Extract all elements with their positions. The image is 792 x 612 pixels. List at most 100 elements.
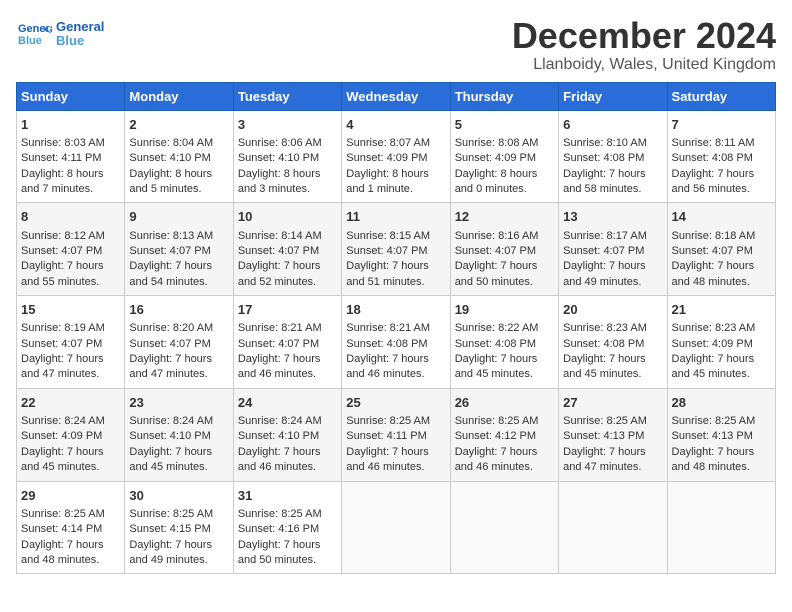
day-info-line: Daylight: 7 hours [672, 259, 771, 274]
day-info-line: and 46 minutes. [455, 460, 554, 475]
day-info-line: and 51 minutes. [346, 275, 445, 290]
day-info-line: Sunset: 4:10 PM [238, 429, 337, 444]
day-info-line: and 0 minutes. [455, 182, 554, 197]
day-info-line: Sunset: 4:14 PM [21, 522, 120, 537]
week-row-1: 1Sunrise: 8:03 AMSunset: 4:11 PMDaylight… [17, 110, 776, 203]
day-cell: 23Sunrise: 8:24 AMSunset: 4:10 PMDayligh… [125, 388, 233, 481]
day-number: 31 [238, 487, 337, 505]
day-cell: 1Sunrise: 8:03 AMSunset: 4:11 PMDaylight… [17, 110, 125, 203]
day-info-line: Sunrise: 8:12 AM [21, 229, 120, 244]
day-info-line: and 45 minutes. [129, 460, 228, 475]
weekday-header-friday: Friday [559, 82, 667, 110]
day-info-line: Sunset: 4:12 PM [455, 429, 554, 444]
day-cell: 19Sunrise: 8:22 AMSunset: 4:08 PMDayligh… [450, 296, 558, 389]
day-cell: 14Sunrise: 8:18 AMSunset: 4:07 PMDayligh… [667, 203, 775, 296]
day-info-line: Sunrise: 8:25 AM [455, 414, 554, 429]
week-row-5: 29Sunrise: 8:25 AMSunset: 4:14 PMDayligh… [17, 481, 776, 574]
day-info-line: Sunset: 4:07 PM [238, 337, 337, 352]
day-info-line: Daylight: 7 hours [21, 352, 120, 367]
day-info-line: Daylight: 7 hours [563, 352, 662, 367]
day-info-line: and 7 minutes. [21, 182, 120, 197]
weekday-header-wednesday: Wednesday [342, 82, 450, 110]
day-info-line: Sunset: 4:07 PM [455, 244, 554, 259]
day-info-line: Sunrise: 8:22 AM [455, 321, 554, 336]
day-info-line: and 49 minutes. [129, 553, 228, 568]
day-info-line: Sunset: 4:08 PM [346, 337, 445, 352]
day-info-line: Daylight: 7 hours [672, 445, 771, 460]
day-info-line: Sunset: 4:07 PM [346, 244, 445, 259]
day-info-line: Daylight: 7 hours [129, 259, 228, 274]
day-cell: 31Sunrise: 8:25 AMSunset: 4:16 PMDayligh… [233, 481, 341, 574]
day-number: 24 [238, 394, 337, 412]
day-info-line: Daylight: 8 hours [346, 167, 445, 182]
day-info-line: Daylight: 8 hours [129, 167, 228, 182]
day-info-line: and 45 minutes. [21, 460, 120, 475]
logo: General Blue General Blue [16, 16, 104, 52]
day-info-line: and 3 minutes. [238, 182, 337, 197]
day-number: 9 [129, 208, 228, 226]
day-cell: 18Sunrise: 8:21 AMSunset: 4:08 PMDayligh… [342, 296, 450, 389]
day-number: 13 [563, 208, 662, 226]
day-number: 28 [672, 394, 771, 412]
day-number: 6 [563, 116, 662, 134]
day-cell: 7Sunrise: 8:11 AMSunset: 4:08 PMDaylight… [667, 110, 775, 203]
day-info-line: Sunrise: 8:21 AM [346, 321, 445, 336]
day-info-line: Daylight: 7 hours [672, 352, 771, 367]
day-info-line: Sunset: 4:10 PM [129, 151, 228, 166]
day-cell: 12Sunrise: 8:16 AMSunset: 4:07 PMDayligh… [450, 203, 558, 296]
day-number: 1 [21, 116, 120, 134]
day-number: 17 [238, 301, 337, 319]
logo-general: General [56, 19, 104, 34]
day-info-line: Sunset: 4:08 PM [563, 337, 662, 352]
day-number: 19 [455, 301, 554, 319]
day-info-line: Daylight: 7 hours [563, 259, 662, 274]
day-info-line: and 45 minutes. [455, 367, 554, 382]
day-info-line: Sunset: 4:11 PM [346, 429, 445, 444]
day-info-line: Sunrise: 8:15 AM [346, 229, 445, 244]
day-info-line: and 52 minutes. [238, 275, 337, 290]
day-cell: 17Sunrise: 8:21 AMSunset: 4:07 PMDayligh… [233, 296, 341, 389]
day-info-line: Sunrise: 8:19 AM [21, 321, 120, 336]
day-info-line: Sunrise: 8:03 AM [21, 136, 120, 151]
day-info-line: Sunset: 4:07 PM [21, 337, 120, 352]
day-cell: 8Sunrise: 8:12 AMSunset: 4:07 PMDaylight… [17, 203, 125, 296]
day-cell: 6Sunrise: 8:10 AMSunset: 4:08 PMDaylight… [559, 110, 667, 203]
day-info-line: and 48 minutes. [672, 460, 771, 475]
calendar-table: SundayMondayTuesdayWednesdayThursdayFrid… [16, 82, 776, 575]
day-info-line: Daylight: 7 hours [346, 352, 445, 367]
day-info-line: Sunset: 4:08 PM [455, 337, 554, 352]
day-cell [559, 481, 667, 574]
day-info-line: Daylight: 7 hours [238, 538, 337, 553]
day-info-line: Sunrise: 8:11 AM [672, 136, 771, 151]
day-cell: 9Sunrise: 8:13 AMSunset: 4:07 PMDaylight… [125, 203, 233, 296]
day-info-line: and 49 minutes. [563, 275, 662, 290]
day-number: 11 [346, 208, 445, 226]
day-info-line: and 46 minutes. [238, 460, 337, 475]
day-number: 3 [238, 116, 337, 134]
day-cell [342, 481, 450, 574]
weekday-header-row: SundayMondayTuesdayWednesdayThursdayFrid… [17, 82, 776, 110]
day-info-line: Sunrise: 8:25 AM [21, 507, 120, 522]
week-row-3: 15Sunrise: 8:19 AMSunset: 4:07 PMDayligh… [17, 296, 776, 389]
day-cell: 25Sunrise: 8:25 AMSunset: 4:11 PMDayligh… [342, 388, 450, 481]
weekday-header-monday: Monday [125, 82, 233, 110]
day-info-line: Sunset: 4:07 PM [238, 244, 337, 259]
day-cell: 26Sunrise: 8:25 AMSunset: 4:12 PMDayligh… [450, 388, 558, 481]
day-info-line: Daylight: 7 hours [346, 445, 445, 460]
day-cell: 20Sunrise: 8:23 AMSunset: 4:08 PMDayligh… [559, 296, 667, 389]
day-cell: 22Sunrise: 8:24 AMSunset: 4:09 PMDayligh… [17, 388, 125, 481]
day-info-line: Daylight: 7 hours [129, 445, 228, 460]
day-cell: 5Sunrise: 8:08 AMSunset: 4:09 PMDaylight… [450, 110, 558, 203]
day-info-line: and 58 minutes. [563, 182, 662, 197]
day-info-line: Sunset: 4:16 PM [238, 522, 337, 537]
day-info-line: Daylight: 7 hours [238, 259, 337, 274]
day-number: 5 [455, 116, 554, 134]
day-info-line: and 50 minutes. [238, 553, 337, 568]
day-info-line: and 55 minutes. [21, 275, 120, 290]
day-info-line: Sunrise: 8:23 AM [563, 321, 662, 336]
day-info-line: Daylight: 7 hours [129, 538, 228, 553]
day-info-line: Sunrise: 8:24 AM [129, 414, 228, 429]
day-cell: 24Sunrise: 8:24 AMSunset: 4:10 PMDayligh… [233, 388, 341, 481]
day-cell: 30Sunrise: 8:25 AMSunset: 4:15 PMDayligh… [125, 481, 233, 574]
day-info-line: and 54 minutes. [129, 275, 228, 290]
